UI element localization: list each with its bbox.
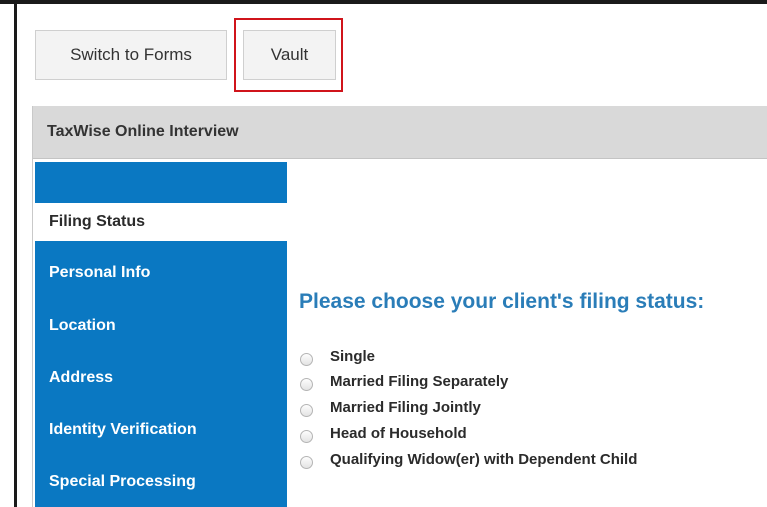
sidebar-item-personal-info[interactable]: Personal Info	[35, 254, 287, 292]
option-married-filing-separately[interactable]: Married Filing Separately	[300, 369, 508, 393]
sidebar-item-label: Personal Info	[49, 264, 151, 281]
vault-label: Vault	[270, 45, 309, 64]
option-married-filing-jointly[interactable]: Married Filing Jointly	[300, 395, 481, 419]
sidebar-item-special-processing[interactable]: Special Processing	[35, 463, 287, 501]
radio-qualifying-widower[interactable]	[300, 455, 313, 469]
interview-panel: TaxWise Online Interview Filing Status P…	[32, 106, 767, 507]
sidebar-item-label: Address	[49, 369, 114, 386]
option-label: Single	[330, 347, 376, 365]
option-label: Married Filing Jointly	[330, 398, 481, 416]
interview-main: Please choose your client's filing statu…	[287, 162, 767, 507]
filing-status-question: Please choose your client's filing statu…	[299, 290, 705, 313]
panel-title: TaxWise Online Interview	[47, 123, 239, 140]
top-toolbar: Switch to Forms Vault	[17, 4, 767, 103]
sidebar-item-location[interactable]: Location	[35, 307, 287, 345]
interview-sidebar: Filing Status Personal Info Location Add…	[35, 162, 287, 507]
sidebar-item-label: Special Processing	[49, 473, 196, 490]
sidebar-item-address[interactable]: Address	[35, 359, 287, 397]
sidebar-item-label: Identity Verification	[49, 421, 197, 438]
sidebar-item-label: Location	[49, 317, 116, 334]
radio-head-of-household[interactable]	[300, 429, 313, 443]
option-single[interactable]: Single	[300, 344, 375, 368]
panel-header: TaxWise Online Interview	[33, 106, 767, 159]
switch-to-forms-label: Switch to Forms	[70, 45, 192, 64]
option-label: Head of Household	[330, 424, 467, 442]
sidebar-item-identity-verification[interactable]: Identity Verification	[35, 411, 287, 449]
option-qualifying-widower[interactable]: Qualifying Widow(er) with Dependent Chil…	[300, 447, 637, 471]
radio-single[interactable]	[300, 352, 313, 366]
app-window: Switch to Forms Vault TaxWise Online Int…	[0, 0, 767, 507]
radio-married-filing-jointly[interactable]	[300, 403, 313, 417]
vault-button[interactable]: Vault	[243, 30, 336, 80]
option-head-of-household[interactable]: Head of Household	[300, 421, 467, 445]
option-label: Married Filing Separately	[330, 372, 509, 390]
switch-to-forms-button[interactable]: Switch to Forms	[35, 30, 227, 80]
option-label: Qualifying Widow(er) with Dependent Chil…	[330, 450, 638, 468]
radio-married-filing-separately[interactable]	[300, 377, 313, 391]
sidebar-item-label: Filing Status	[49, 213, 145, 230]
sidebar-item-filing-status[interactable]: Filing Status	[35, 203, 287, 241]
